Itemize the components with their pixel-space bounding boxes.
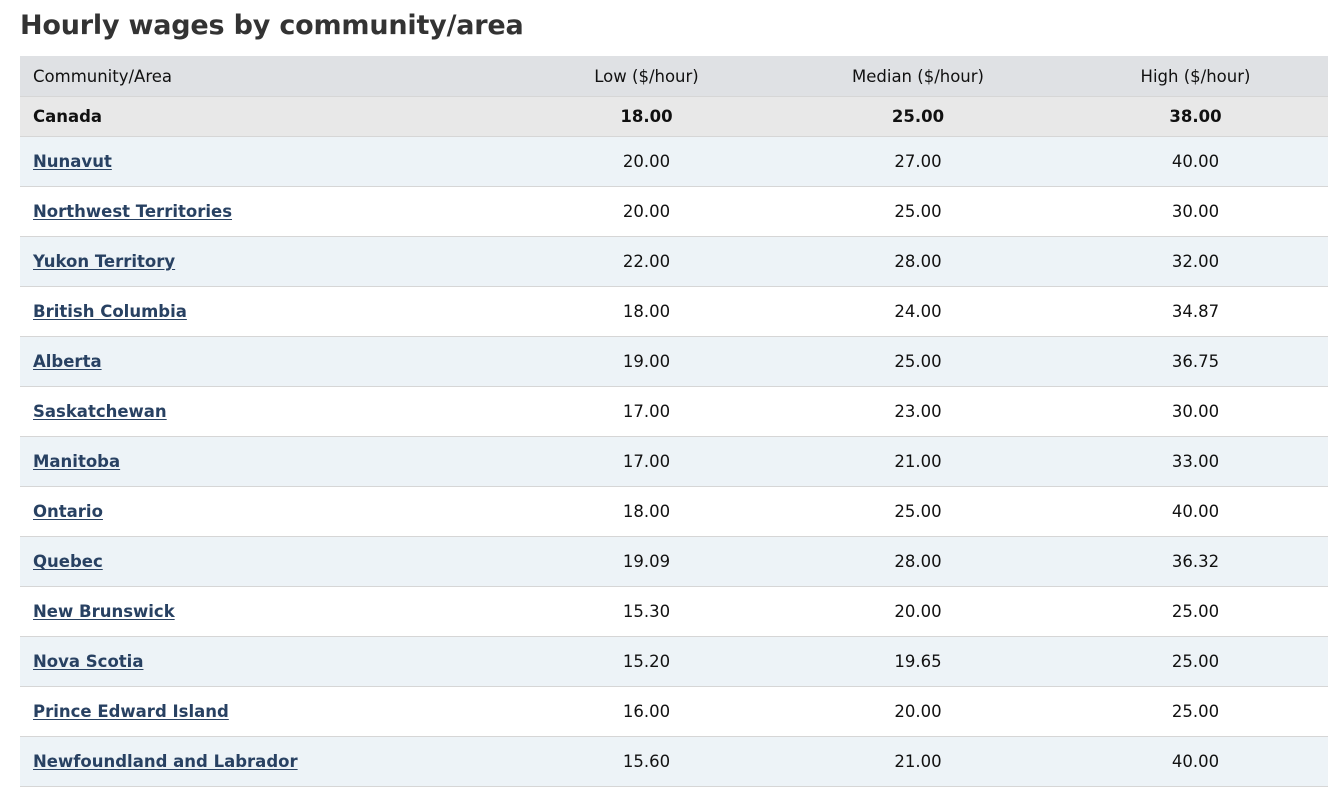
area-link[interactable]: Newfoundland and Labrador — [33, 752, 298, 771]
area-link[interactable]: Saskatchewan — [33, 402, 167, 421]
cell-median: 21.00 — [773, 436, 1063, 487]
cell-high: 32.00 — [1063, 236, 1328, 287]
cell-median: 28.00 — [773, 236, 1063, 287]
cell-high: 36.75 — [1063, 336, 1328, 387]
table-header-row: Community/Area Low ($/hour) Median ($/ho… — [20, 56, 1328, 97]
area-link[interactable]: Nova Scotia — [33, 652, 143, 671]
area-link[interactable]: Northwest Territories — [33, 202, 232, 221]
cell-area: New Brunswick — [20, 586, 520, 637]
cell-median: 28.00 — [773, 536, 1063, 587]
cell-low: 15.30 — [520, 586, 773, 637]
cell-high: 30.00 — [1063, 186, 1328, 237]
table-body: Canada 18.00 25.00 38.00 Nunavut 20.00 27.… — [20, 96, 1328, 787]
table-row: British Columbia 18.00 24.00 34.87 — [20, 286, 1328, 337]
table-row: Northwest Territories 20.00 25.00 30.00 — [20, 186, 1328, 237]
area-link[interactable]: British Columbia — [33, 302, 187, 321]
cell-low: 15.20 — [520, 636, 773, 687]
cell-high: 30.00 — [1063, 386, 1328, 437]
table-row: Manitoba 17.00 21.00 33.00 — [20, 436, 1328, 487]
cell-high: 38.00 — [1063, 96, 1328, 137]
cell-low: 17.00 — [520, 386, 773, 437]
wages-table: Community/Area Low ($/hour) Median ($/ho… — [20, 56, 1328, 787]
cell-area: Alberta — [20, 336, 520, 387]
cell-high: 25.00 — [1063, 586, 1328, 637]
table-row: Prince Edward Island 16.00 20.00 25.00 — [20, 686, 1328, 737]
area-link[interactable]: Yukon Territory — [33, 252, 175, 271]
table-row: Ontario 18.00 25.00 40.00 — [20, 486, 1328, 537]
cell-area: Quebec — [20, 536, 520, 587]
cell-low: 17.00 — [520, 436, 773, 487]
header-community-area: Community/Area — [20, 56, 520, 97]
table-row: Nova Scotia 15.20 19.65 25.00 — [20, 636, 1328, 687]
cell-median: 20.00 — [773, 586, 1063, 637]
table-row: Saskatchewan 17.00 23.00 30.00 — [20, 386, 1328, 437]
cell-high: 25.00 — [1063, 686, 1328, 737]
cell-median: 27.00 — [773, 136, 1063, 187]
cell-median: 25.00 — [773, 186, 1063, 237]
cell-median: 20.00 — [773, 686, 1063, 737]
cell-high: 33.00 — [1063, 436, 1328, 487]
cell-median: 25.00 — [773, 486, 1063, 537]
cell-area: Nunavut — [20, 136, 520, 187]
cell-area: Yukon Territory — [20, 236, 520, 287]
cell-median: 23.00 — [773, 386, 1063, 437]
cell-area: Saskatchewan — [20, 386, 520, 437]
table-row: Yukon Territory 22.00 28.00 32.00 — [20, 236, 1328, 287]
cell-low: 20.00 — [520, 186, 773, 237]
page-title: Hourly wages by community/area — [20, 10, 524, 41]
cell-high: 25.00 — [1063, 636, 1328, 687]
table-row: Newfoundland and Labrador 15.60 21.00 40.00 — [20, 736, 1328, 787]
header-high: High ($/hour) — [1063, 56, 1328, 97]
cell-low: 18.00 — [520, 96, 773, 137]
header-low: Low ($/hour) — [520, 56, 773, 97]
cell-high: 40.00 — [1063, 136, 1328, 187]
cell-high: 40.00 — [1063, 486, 1328, 537]
page: Hourly wages by community/area Community… — [0, 0, 1328, 798]
table-row: Alberta 19.00 25.00 36.75 — [20, 336, 1328, 387]
cell-low: 19.09 — [520, 536, 773, 587]
table-row: New Brunswick 15.30 20.00 25.00 — [20, 586, 1328, 637]
cell-area: Northwest Territories — [20, 186, 520, 237]
cell-low: 19.00 — [520, 336, 773, 387]
cell-low: 18.00 — [520, 286, 773, 337]
cell-low: 16.00 — [520, 686, 773, 737]
cell-high: 40.00 — [1063, 736, 1328, 787]
cell-area: Manitoba — [20, 436, 520, 487]
area-link[interactable]: New Brunswick — [33, 602, 175, 621]
cell-median: 19.65 — [773, 636, 1063, 687]
area-link[interactable]: Prince Edward Island — [33, 702, 229, 721]
area-link[interactable]: Nunavut — [33, 152, 112, 171]
cell-area: Newfoundland and Labrador — [20, 736, 520, 787]
cell-median: 25.00 — [773, 336, 1063, 387]
area-link[interactable]: Alberta — [33, 352, 102, 371]
table-row-canada: Canada 18.00 25.00 38.00 — [20, 96, 1328, 137]
cell-low: 22.00 — [520, 236, 773, 287]
table-row: Nunavut 20.00 27.00 40.00 — [20, 136, 1328, 187]
cell-area: British Columbia — [20, 286, 520, 337]
cell-area: Prince Edward Island — [20, 686, 520, 737]
cell-low: 15.60 — [520, 736, 773, 787]
table-row: Quebec 19.09 28.00 36.32 — [20, 536, 1328, 587]
area-link[interactable]: Manitoba — [33, 452, 120, 471]
cell-area: Nova Scotia — [20, 636, 520, 687]
header-median: Median ($/hour) — [773, 56, 1063, 97]
cell-high: 34.87 — [1063, 286, 1328, 337]
cell-median: 25.00 — [773, 96, 1063, 137]
cell-high: 36.32 — [1063, 536, 1328, 587]
cell-area: Ontario — [20, 486, 520, 537]
cell-area: Canada — [20, 96, 520, 137]
area-link[interactable]: Quebec — [33, 552, 103, 571]
cell-median: 24.00 — [773, 286, 1063, 337]
cell-median: 21.00 — [773, 736, 1063, 787]
cell-low: 18.00 — [520, 486, 773, 537]
cell-low: 20.00 — [520, 136, 773, 187]
area-link[interactable]: Ontario — [33, 502, 103, 521]
